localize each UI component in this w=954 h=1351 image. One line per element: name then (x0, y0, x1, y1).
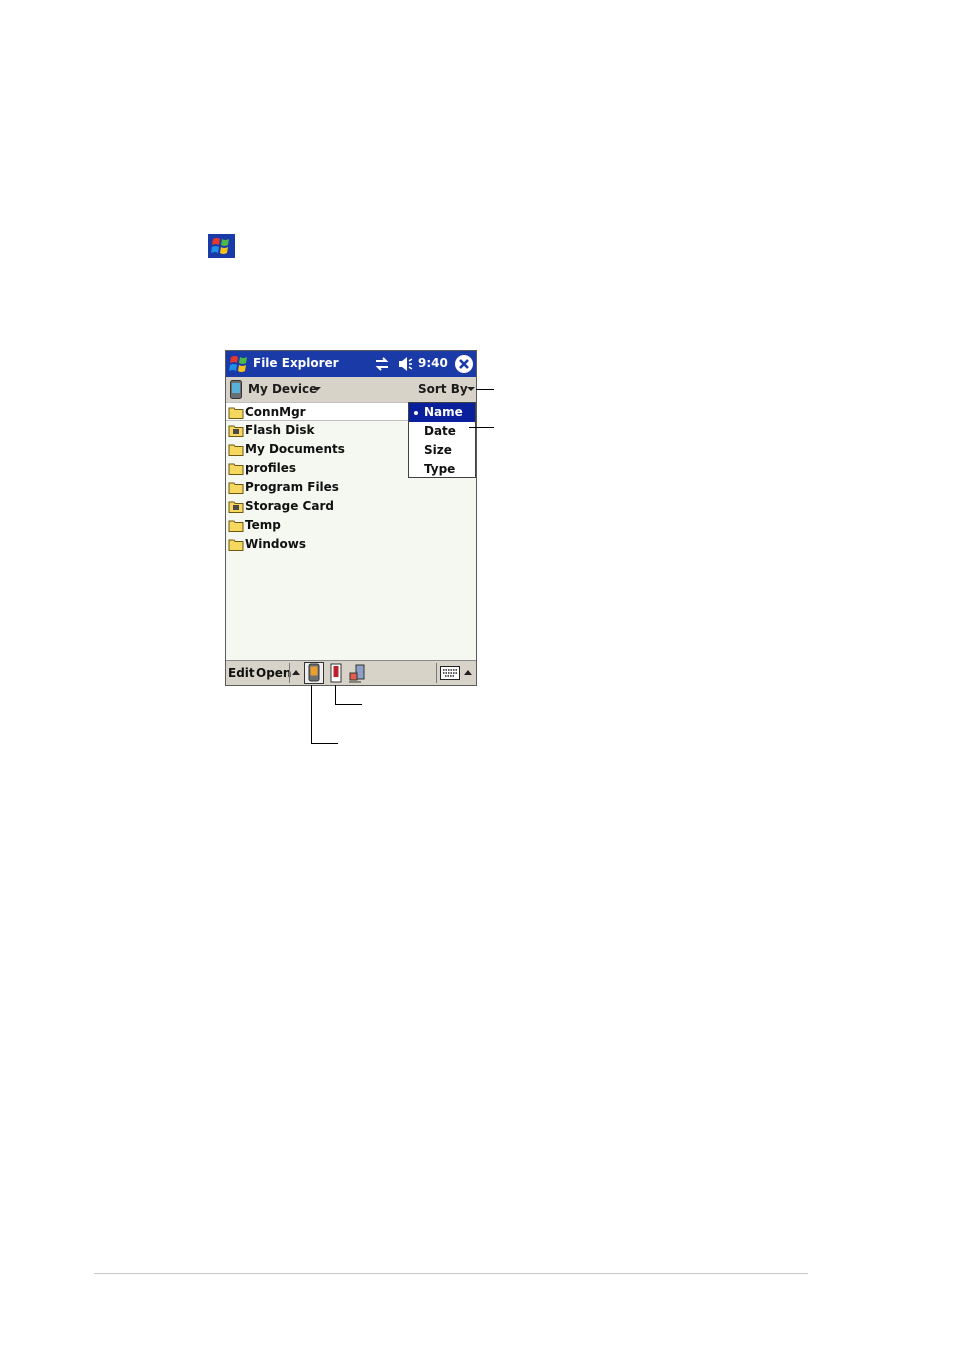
keyboard-icon[interactable] (440, 666, 460, 680)
folder-icon (228, 463, 244, 475)
chevron-up-icon[interactable] (464, 669, 472, 675)
edit-menu[interactable]: Edit (228, 666, 255, 680)
title-bar: File Explorer 9:40 (226, 351, 476, 377)
file-name: Storage Card (245, 499, 334, 513)
callout-line-storage-card (335, 685, 336, 704)
device-screen: File Explorer 9:40 My Device Sort By Con… (225, 350, 477, 686)
sort-menu: Name Date Size Type (408, 402, 476, 478)
folder-icon (228, 444, 244, 456)
sort-by-dropdown[interactable]: Sort By (418, 382, 468, 396)
file-name: Windows (245, 537, 306, 551)
clock[interactable]: 9:40 (418, 356, 448, 370)
callout-line-my-device (311, 685, 312, 743)
folder-icon (228, 520, 244, 532)
callout-line-my-device (311, 743, 338, 744)
callout-line-sort-by (476, 389, 494, 390)
menu-item-date[interactable]: Date (409, 422, 475, 441)
footer-divider (94, 1273, 808, 1274)
storage-card-button[interactable] (329, 663, 343, 683)
divider (289, 663, 290, 683)
network-share-button[interactable] (348, 663, 368, 683)
list-item[interactable]: Program Files (226, 478, 476, 497)
selected-bullet-icon (414, 411, 418, 415)
open-menu[interactable]: Open (256, 666, 291, 680)
file-name: profiles (245, 461, 297, 475)
volume-icon[interactable] (396, 355, 414, 373)
storage-folder-icon (228, 501, 244, 513)
menu-item-type[interactable]: Type (409, 460, 475, 479)
connectivity-icon[interactable] (374, 355, 390, 373)
start-menu-icon[interactable] (228, 353, 250, 375)
chevron-down-icon[interactable] (312, 385, 322, 393)
command-bar: Edit Open (226, 660, 476, 685)
navigation-bar: My Device Sort By (226, 377, 476, 402)
my-device-button[interactable] (304, 662, 324, 684)
file-name: My Documents (245, 442, 345, 456)
chevron-up-icon[interactable] (292, 669, 300, 675)
callout-line-sort-menu (469, 427, 494, 428)
list-item[interactable]: Storage Card (226, 497, 476, 516)
folder-icon (228, 407, 244, 419)
pocket-pc-icon (308, 663, 320, 682)
close-icon[interactable] (454, 354, 474, 374)
windows-start-icon (208, 234, 235, 258)
callout-line-storage-card (335, 704, 362, 705)
list-item[interactable]: Windows (226, 535, 476, 554)
folder-icon (228, 482, 244, 494)
list-item[interactable]: Temp (226, 516, 476, 535)
location-dropdown[interactable]: My Device (248, 382, 317, 396)
file-name: Flash Disk (245, 423, 315, 437)
menu-item-size[interactable]: Size (409, 441, 475, 460)
file-name: ConnMgr (245, 405, 306, 419)
window-title: File Explorer (253, 356, 339, 370)
file-name: Temp (245, 518, 281, 532)
pocket-pc-icon (230, 380, 242, 399)
file-name: Program Files (245, 480, 339, 494)
storage-folder-icon (228, 425, 244, 437)
menu-item-name[interactable]: Name (409, 403, 475, 422)
folder-icon (228, 539, 244, 551)
chevron-down-icon[interactable] (466, 385, 476, 393)
divider (436, 663, 437, 683)
